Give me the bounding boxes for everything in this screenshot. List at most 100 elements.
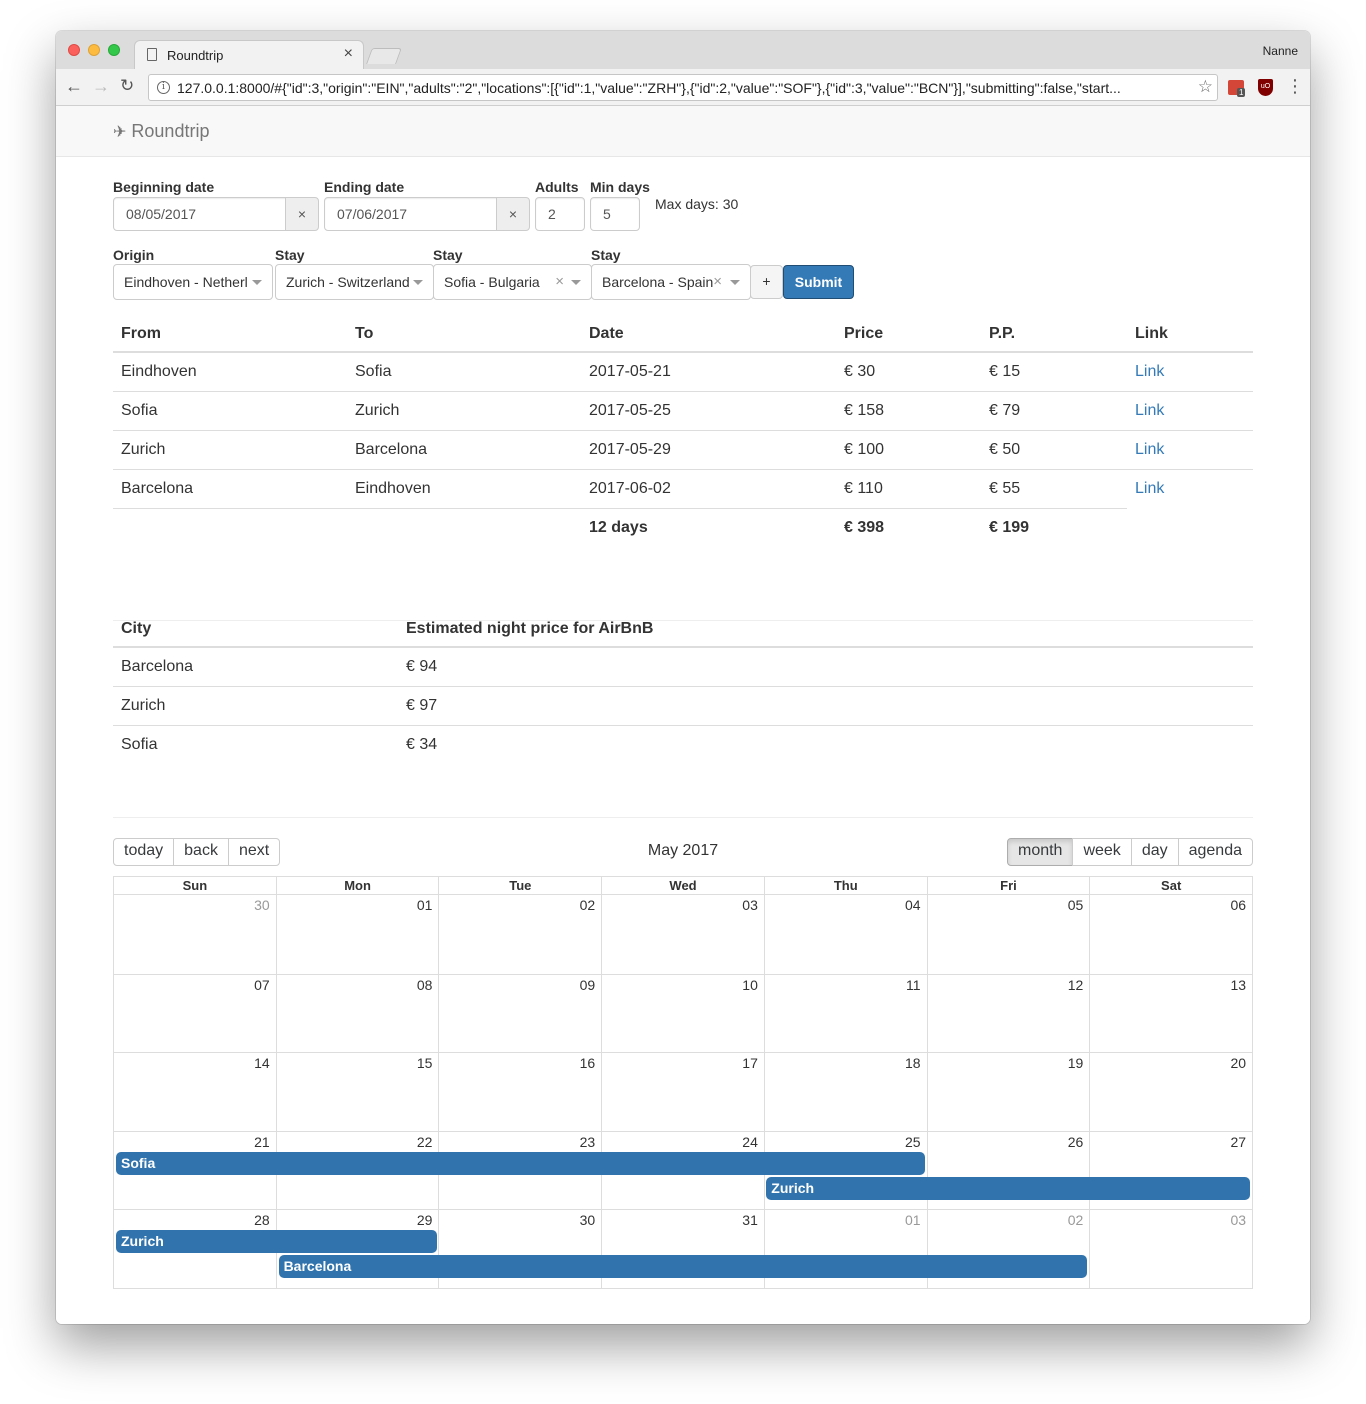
date-number[interactable]: 16 <box>580 1055 596 1071</box>
brand-link[interactable]: ✈ Roundtrip <box>113 121 209 142</box>
zoom-window-button[interactable] <box>108 44 120 56</box>
date-number[interactable]: 25 <box>905 1134 921 1150</box>
origin-select[interactable]: Eindhoven - Netherl... <box>113 264 273 300</box>
date-number[interactable]: 28 <box>254 1212 270 1228</box>
reload-icon[interactable]: ↻ <box>120 76 134 96</box>
date-number[interactable]: 12 <box>1068 977 1084 993</box>
day-cell[interactable]: 18 <box>763 1053 927 1131</box>
calendar-view-day-button[interactable]: day <box>1130 838 1179 866</box>
browser-tab[interactable]: Roundtrip × <box>134 40 364 69</box>
chevron-down-icon[interactable] <box>571 280 581 285</box>
stay2-select[interactable]: Sofia - Bulgaria × <box>433 264 592 300</box>
add-stay-button[interactable]: + <box>750 265 783 299</box>
day-cell[interactable]: 20 <box>1089 1053 1252 1131</box>
submit-button[interactable]: Submit <box>783 265 854 299</box>
ending-date-input[interactable]: 07/06/2017 <box>324 197 499 231</box>
date-number[interactable]: 06 <box>1230 897 1246 913</box>
date-number[interactable]: 13 <box>1230 977 1246 993</box>
date-number[interactable]: 10 <box>742 977 758 993</box>
calendar-view-agenda-button[interactable]: agenda <box>1177 838 1253 866</box>
day-cell[interactable]: 19 <box>926 1053 1090 1131</box>
date-number[interactable]: 03 <box>1230 1212 1246 1228</box>
date-number[interactable]: 26 <box>1068 1134 1084 1150</box>
day-cell[interactable]: 11 <box>763 974 927 1053</box>
date-number[interactable]: 05 <box>1068 897 1084 913</box>
day-cell[interactable]: 03 <box>601 895 764 974</box>
date-number[interactable]: 30 <box>580 1212 596 1228</box>
day-cell[interactable]: 12 <box>926 974 1090 1053</box>
minimize-window-button[interactable] <box>88 44 100 56</box>
chevron-down-icon[interactable] <box>413 280 423 285</box>
chevron-down-icon[interactable] <box>730 280 740 285</box>
day-cell[interactable]: 07 <box>114 975 276 1053</box>
stay1-select[interactable]: Zurich - Switzerland <box>275 264 434 300</box>
date-number[interactable]: 23 <box>580 1134 596 1150</box>
min-days-input[interactable]: 5 <box>590 197 640 231</box>
calendar-event-zurich[interactable]: Zurich <box>116 1230 438 1254</box>
date-number[interactable]: 19 <box>1068 1055 1084 1071</box>
back-arrow-icon[interactable]: ← <box>65 76 83 97</box>
beginning-date-input[interactable]: 08/05/2017 <box>113 197 288 231</box>
date-number[interactable]: 30 <box>254 897 270 913</box>
day-cell[interactable]: 09 <box>438 974 601 1053</box>
ublock-extension-icon[interactable]: uO <box>1258 79 1273 96</box>
booking-link[interactable]: Link <box>1135 441 1164 458</box>
date-number[interactable]: 20 <box>1230 1055 1246 1071</box>
date-number[interactable]: 18 <box>905 1055 921 1071</box>
date-number[interactable]: 09 <box>580 977 596 993</box>
close-window-button[interactable] <box>68 44 80 56</box>
clear-selection-icon[interactable]: × <box>713 273 722 290</box>
date-number[interactable]: 17 <box>742 1055 758 1071</box>
clear-selection-icon[interactable]: × <box>555 273 564 290</box>
date-number[interactable]: 21 <box>254 1134 270 1150</box>
booking-link[interactable]: Link <box>1135 480 1164 497</box>
day-cell[interactable]: 01 <box>275 895 439 974</box>
day-cell[interactable]: 10 <box>601 974 764 1053</box>
date-number[interactable]: 14 <box>254 1055 270 1071</box>
day-cell[interactable]: 06 <box>1089 895 1252 974</box>
day-cell[interactable]: 08 <box>275 974 439 1053</box>
chevron-down-icon[interactable] <box>252 280 262 285</box>
calendar-event-sofia[interactable]: Sofia <box>116 1151 925 1175</box>
day-cell[interactable]: 02 <box>438 895 601 974</box>
date-number[interactable]: 27 <box>1230 1134 1246 1150</box>
date-number[interactable]: 08 <box>417 977 433 993</box>
day-cell[interactable]: 03 <box>1089 1210 1252 1288</box>
browser-menu-icon[interactable]: ⋮ <box>1286 76 1304 97</box>
calendar-view-week-button[interactable]: week <box>1072 838 1132 866</box>
date-number[interactable]: 24 <box>742 1134 758 1150</box>
calendar-event-zurich[interactable]: Zurich <box>766 1176 1250 1200</box>
date-number[interactable]: 11 <box>906 977 921 993</box>
day-cell[interactable]: 13 <box>1089 974 1252 1053</box>
bookmark-star-icon[interactable]: ☆ <box>1198 77 1213 97</box>
tab-close-icon[interactable]: × <box>344 45 353 63</box>
date-number[interactable]: 01 <box>417 897 433 913</box>
date-number[interactable]: 02 <box>580 897 596 913</box>
day-cell[interactable]: 14 <box>114 1053 276 1131</box>
day-cell[interactable]: 17 <box>601 1053 764 1131</box>
new-tab-button[interactable] <box>366 48 402 64</box>
calendar-view-month-button[interactable]: month <box>1006 838 1074 866</box>
day-cell[interactable]: 15 <box>275 1053 439 1131</box>
stay3-select[interactable]: Barcelona - Spain × <box>591 264 751 300</box>
booking-link[interactable]: Link <box>1135 402 1164 419</box>
date-number[interactable]: 22 <box>417 1134 433 1150</box>
day-cell[interactable]: 30 <box>114 895 276 974</box>
date-number[interactable]: 01 <box>905 1212 921 1228</box>
profile-name[interactable]: Nanne <box>1263 44 1298 58</box>
date-number[interactable]: 02 <box>1068 1212 1084 1228</box>
date-number[interactable]: 29 <box>417 1212 433 1228</box>
address-bar[interactable]: i 127.0.0.1:8000/#{"id":3,"origin":"EIN"… <box>148 74 1218 101</box>
date-number[interactable]: 31 <box>742 1212 758 1228</box>
date-number[interactable]: 03 <box>742 897 758 913</box>
booking-link[interactable]: Link <box>1135 363 1164 380</box>
info-icon[interactable]: i <box>157 81 170 94</box>
day-cell[interactable]: 05 <box>926 895 1090 974</box>
date-number[interactable]: 15 <box>417 1055 433 1071</box>
calendar-event-barcelona[interactable]: Barcelona <box>278 1255 1088 1279</box>
forward-arrow-icon[interactable]: → <box>92 76 110 97</box>
date-number[interactable]: 07 <box>254 977 270 993</box>
adults-input[interactable]: 2 <box>535 197 585 231</box>
beginning-date-clear-icon[interactable]: × <box>285 197 319 231</box>
day-cell[interactable]: 16 <box>438 1053 601 1131</box>
